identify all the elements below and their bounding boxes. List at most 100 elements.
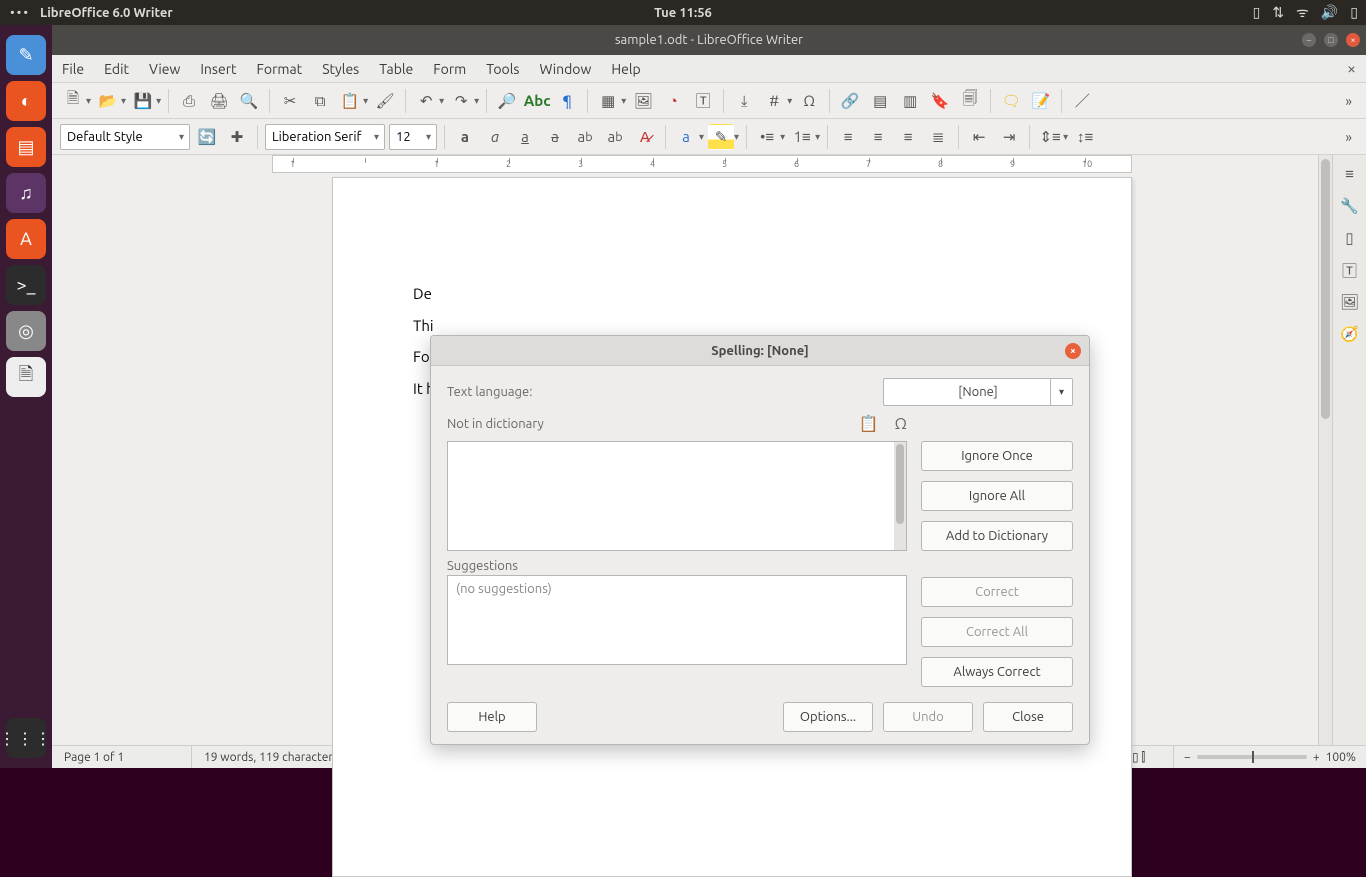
- vertical-scrollbar[interactable]: [1318, 155, 1332, 745]
- paragraph-style-combo[interactable]: Default Style: [60, 124, 190, 150]
- find-replace-icon[interactable]: 🔎: [494, 88, 520, 114]
- track-changes-icon[interactable]: 📝: [1028, 88, 1054, 114]
- subscript-icon[interactable]: ab: [602, 124, 628, 150]
- options-button[interactable]: Options...: [783, 702, 873, 732]
- dialog-close-button[interactable]: ×: [1065, 343, 1081, 359]
- print-icon[interactable]: 🖨: [206, 88, 232, 114]
- highlight-icon[interactable]: ✎: [708, 124, 734, 150]
- insert-symbol-icon[interactable]: Ω: [796, 88, 822, 114]
- insert-crossref-icon[interactable]: 🗐: [957, 88, 983, 114]
- status-page[interactable]: Page 1 of 1: [52, 746, 192, 768]
- launcher-impress-icon[interactable]: ▤: [6, 127, 46, 167]
- ignore-all-button[interactable]: Ignore All: [921, 481, 1073, 511]
- menu-view[interactable]: View: [149, 61, 180, 77]
- insert-endnote-icon[interactable]: ▥: [897, 88, 923, 114]
- new-icon[interactable]: 🗎: [60, 88, 86, 114]
- zoom-slider[interactable]: [1197, 755, 1307, 759]
- not-in-dictionary-textarea[interactable]: [447, 441, 907, 551]
- copy-icon[interactable]: ⧉: [307, 88, 333, 114]
- menu-styles[interactable]: Styles: [322, 61, 359, 77]
- battery-icon[interactable]: ▯: [1350, 4, 1358, 21]
- justify-icon[interactable]: ≣: [925, 124, 951, 150]
- insert-field-icon[interactable]: #: [761, 88, 787, 114]
- paste-icon[interactable]: 📋: [337, 88, 363, 114]
- add-to-dictionary-button[interactable]: Add to Dictionary: [921, 521, 1073, 551]
- sidebar-properties-icon[interactable]: 🔧: [1337, 193, 1363, 219]
- bold-icon[interactable]: a: [452, 124, 478, 150]
- sidebar-gallery-icon[interactable]: 🖼: [1337, 289, 1363, 315]
- format-toolbar-overflow-button[interactable]: »: [1339, 129, 1358, 145]
- bullet-list-icon[interactable]: •≡: [754, 124, 780, 150]
- insert-chart-icon[interactable]: ◔: [660, 88, 686, 114]
- insert-hyperlink-icon[interactable]: 🔗: [837, 88, 863, 114]
- para-spacing-icon[interactable]: ↕≡: [1072, 124, 1098, 150]
- suggestions-listbox[interactable]: (no suggestions): [447, 575, 907, 665]
- line-spacing-icon[interactable]: ⇕≡: [1037, 124, 1063, 150]
- new-style-icon[interactable]: ✚: [224, 124, 250, 150]
- paste-special-icon[interactable]: 📋: [859, 414, 879, 433]
- show-apps-button[interactable]: ⋮⋮⋮: [6, 718, 46, 758]
- correct-all-button[interactable]: Correct All: [921, 617, 1073, 647]
- launcher-writer-icon[interactable]: ✎: [6, 35, 46, 75]
- formatting-marks-icon[interactable]: ¶: [554, 88, 580, 114]
- clock[interactable]: Tue 11:56: [654, 6, 712, 20]
- dialog-titlebar[interactable]: Spelling: [None] ×: [431, 336, 1089, 366]
- menu-form[interactable]: Form: [433, 61, 466, 77]
- zoom-in-button[interactable]: +: [1313, 751, 1320, 764]
- launcher-software-icon[interactable]: A: [6, 219, 46, 259]
- active-app-title[interactable]: LibreOffice 6.0 Writer: [40, 6, 173, 20]
- superscript-icon[interactable]: ab: [572, 124, 598, 150]
- window-maximize-button[interactable]: □: [1324, 33, 1338, 47]
- zoom-out-button[interactable]: −: [1184, 751, 1191, 764]
- menu-edit[interactable]: Edit: [104, 61, 129, 77]
- phone-icon[interactable]: ▯: [1253, 4, 1261, 21]
- window-close-button[interactable]: ×: [1346, 33, 1360, 47]
- launcher-document-icon[interactable]: 🗎: [6, 357, 46, 397]
- clear-format-icon[interactable]: A̷: [632, 124, 658, 150]
- launcher-firefox-icon[interactable]: ◐: [6, 81, 46, 121]
- sidebar-settings-icon[interactable]: ≡: [1337, 161, 1363, 187]
- window-minimize-button[interactable]: –: [1302, 33, 1316, 47]
- cut-icon[interactable]: ✂: [277, 88, 303, 114]
- launcher-terminal-icon[interactable]: >_: [6, 265, 46, 305]
- insert-pagebreak-icon[interactable]: ⤓: [731, 88, 757, 114]
- sidebar-page-icon[interactable]: ▯: [1337, 225, 1363, 251]
- undo-icon[interactable]: ↶: [413, 88, 439, 114]
- launcher-music-icon[interactable]: ♫: [6, 173, 46, 213]
- close-button[interactable]: Close: [983, 702, 1073, 732]
- align-center-icon[interactable]: ≡: [865, 124, 891, 150]
- toolbar-overflow-button[interactable]: »: [1339, 93, 1358, 109]
- menu-format[interactable]: Format: [257, 61, 303, 77]
- textarea-scrollbar[interactable]: [894, 442, 906, 550]
- update-style-icon[interactable]: 🔄: [194, 124, 220, 150]
- zoom-value[interactable]: 100%: [1326, 751, 1356, 764]
- spellcheck-icon[interactable]: Abc: [524, 88, 550, 114]
- special-char-icon[interactable]: Ω: [895, 415, 907, 433]
- help-button[interactable]: Help: [447, 702, 537, 732]
- wifi-icon[interactable]: ᯤ: [1296, 3, 1309, 22]
- menu-help[interactable]: Help: [611, 61, 640, 77]
- insert-textbox-icon[interactable]: 🅃: [690, 88, 716, 114]
- document-close-button[interactable]: ×: [1347, 60, 1356, 78]
- font-color-icon[interactable]: a: [673, 124, 699, 150]
- horizontal-ruler[interactable]: 112345678910: [272, 155, 1132, 173]
- network-icon[interactable]: ⇅: [1272, 4, 1284, 21]
- underline-icon[interactable]: a: [512, 124, 538, 150]
- align-left-icon[interactable]: ≡: [835, 124, 861, 150]
- menu-window[interactable]: Window: [539, 61, 591, 77]
- align-right-icon[interactable]: ≡: [895, 124, 921, 150]
- outdent-icon[interactable]: ⇤: [966, 124, 992, 150]
- print-preview-icon[interactable]: 🔍: [236, 88, 262, 114]
- open-icon[interactable]: 📂: [95, 88, 121, 114]
- italic-icon[interactable]: a: [482, 124, 508, 150]
- ignore-once-button[interactable]: Ignore Once: [921, 441, 1073, 471]
- menu-insert[interactable]: Insert: [200, 61, 236, 77]
- launcher-chromium-icon[interactable]: ◎: [6, 311, 46, 351]
- sidebar-styles-icon[interactable]: 🅃: [1337, 257, 1363, 283]
- menu-table[interactable]: Table: [379, 61, 413, 77]
- insert-line-icon[interactable]: ／: [1069, 88, 1095, 114]
- number-list-icon[interactable]: 1≡: [789, 124, 815, 150]
- insert-footnote-icon[interactable]: ▤: [867, 88, 893, 114]
- sidebar-navigator-icon[interactable]: 🧭: [1337, 321, 1363, 347]
- correct-button[interactable]: Correct: [921, 577, 1073, 607]
